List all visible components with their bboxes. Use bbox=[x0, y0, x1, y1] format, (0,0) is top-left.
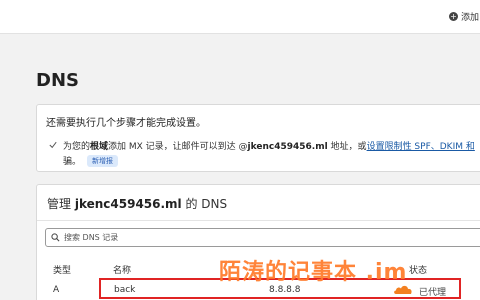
setup-step-text: 为您的根域添加 MX 记录，让邮件可以到达 @jkenc459456.ml 地址… bbox=[63, 139, 475, 152]
setup-step-domain: jkenc459456.ml bbox=[247, 142, 328, 152]
dns-heading: 管理 jkenc459456.ml 的 DNS bbox=[47, 195, 227, 212]
setup-step-root-domain: 根域 bbox=[90, 142, 109, 152]
setup-step-line2-text: 骗。 bbox=[63, 157, 82, 167]
add-site-button[interactable]: + 添加 bbox=[449, 10, 479, 23]
divider bbox=[37, 220, 480, 221]
setup-step-line2: 骗。 新增报 bbox=[63, 154, 119, 167]
plus-circle-icon: + bbox=[449, 12, 458, 21]
setup-spf-dkim-link[interactable]: 设置限制性 SPF、DKIM 和 bbox=[367, 142, 475, 152]
record-type: A bbox=[53, 285, 60, 295]
watermark: 陌涛的记事本 .im bbox=[219, 260, 408, 285]
dns-heading-domain: jkenc459456.ml bbox=[74, 197, 182, 211]
setup-step-mid: 添加 MX 记录，让邮件可以到达 @ bbox=[108, 142, 248, 152]
setup-steps-card: 还需要执行几个步骤才能完成设置。 为您的根域添加 MX 记录，让邮件可以到达 @… bbox=[36, 104, 480, 172]
page-title: DNS bbox=[36, 70, 79, 91]
dns-heading-suffix: 的 DNS bbox=[181, 197, 228, 211]
dns-search-box[interactable] bbox=[45, 228, 480, 247]
top-bar: + 添加 bbox=[0, 0, 480, 34]
dns-heading-prefix: 管理 bbox=[47, 197, 75, 211]
check-icon bbox=[49, 141, 57, 149]
new-badge: 新增报 bbox=[87, 154, 119, 167]
add-site-label: 添加 bbox=[461, 13, 480, 23]
setup-heading: 还需要执行几个步骤才能完成设置。 bbox=[46, 118, 206, 129]
setup-step-prefix: 为您的 bbox=[63, 142, 91, 152]
setup-step-after: 地址，或 bbox=[327, 142, 367, 152]
column-header-type: 类型 bbox=[53, 266, 72, 276]
column-header-status: 状态 bbox=[409, 266, 428, 276]
search-icon bbox=[51, 233, 60, 242]
dns-search-input[interactable] bbox=[64, 230, 480, 245]
column-header-name: 名称 bbox=[113, 266, 132, 276]
